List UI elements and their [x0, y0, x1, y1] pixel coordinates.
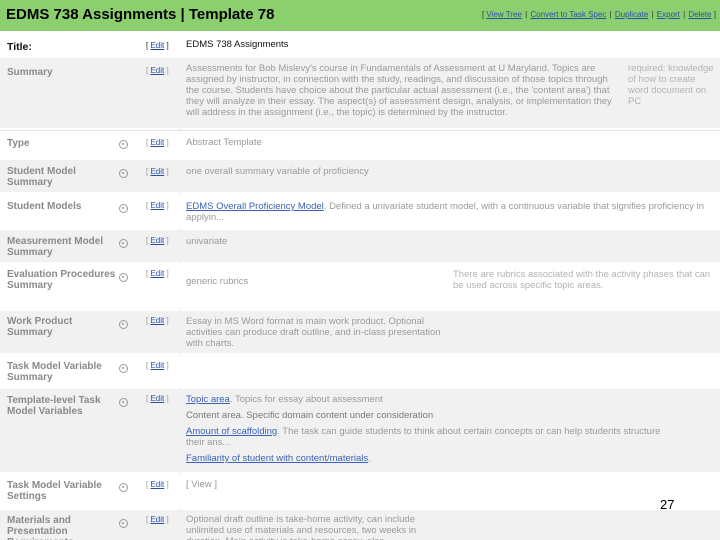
familiarity-link[interactable]: Familiarity of student with content/mate…: [186, 453, 368, 464]
row-label: Student Models: [7, 201, 82, 212]
row-label: Student Model Summary: [7, 166, 76, 188]
view-tree-link[interactable]: View Tree: [486, 10, 521, 19]
view-settings-link[interactable]: [ View ]: [186, 479, 217, 490]
table-row-evaluation-procedures: Evaluation Procedures Summary [ Edit ] g…: [0, 264, 720, 309]
table-row-template-level-task-model-variables: Template-level Task Model Variables [ Ed…: [0, 389, 720, 472]
edit-control: [ Edit ]: [146, 480, 169, 489]
type-value: Abstract Template: [186, 137, 262, 148]
measurement-model-summary-value: univariate: [186, 236, 228, 247]
export-link[interactable]: Export: [657, 10, 680, 19]
title-value: EDMS 738 Assignments: [186, 39, 289, 50]
student-model-summary-value: one overall summary variable of proficie…: [186, 166, 369, 177]
page-title: EDMS 738 Assignments | Template 78: [6, 6, 275, 23]
summary-aside: required: knowledge of how to create wor…: [628, 63, 714, 107]
edit-control: [ Edit ]: [146, 515, 169, 524]
delete-link[interactable]: Delete: [688, 10, 711, 19]
list-item: Topic area. Topics for essay about asses…: [186, 394, 706, 405]
row-label: Task Model Variable Summary: [7, 361, 102, 383]
table-row-student-model-summary: Student Model Summary [ Edit ] one overa…: [0, 160, 720, 192]
row-label: Materials and Presentation Requirements: [7, 515, 74, 540]
duplicate-link[interactable]: Duplicate: [615, 10, 648, 19]
evaluation-procedures-aside: There are rubrics associated with the ac…: [453, 269, 711, 291]
gear-icon[interactable]: [119, 398, 128, 407]
page-header: EDMS 738 Assignments | Template 78 [ Vie…: [0, 0, 720, 31]
edit-link[interactable]: Edit: [150, 66, 164, 75]
edit-control: [ Edit ]: [146, 236, 169, 245]
gear-icon[interactable]: [119, 273, 128, 282]
table-row-type: Type [ Edit ] Abstract Template: [0, 130, 720, 159]
list-item: Familiarity of student with content/mate…: [186, 453, 706, 464]
list-item-text: . Topics for essay about assessment: [229, 394, 383, 405]
edit-link[interactable]: Edit: [150, 316, 164, 325]
row-label: Task Model Variable Settings: [7, 480, 102, 502]
table-row-title: Title: [ Edit ] EDMS 738 Assignments: [0, 33, 720, 57]
evaluation-procedures-value: generic rubrics: [186, 276, 249, 287]
table-row-materials-presentation: Materials and Presentation Requirements …: [0, 510, 720, 540]
row-label: Summary: [7, 67, 53, 78]
table-row-summary: Summary [ Edit ] Assessments for Bob Mis…: [0, 58, 720, 128]
table-row-task-model-variable-summary: Task Model Variable Summary [ Edit ]: [0, 355, 720, 387]
table-row-student-models: Student Models [ Edit ] EDMS Overall Pro…: [0, 194, 720, 228]
summary-value: Assessments for Bob Mislevy's course in …: [186, 63, 612, 118]
gear-icon[interactable]: [119, 239, 128, 248]
table-row-work-product-summary: Work Product Summary [ Edit ] Essay in M…: [0, 311, 720, 353]
task-model-variables-list: Topic area. Topics for essay about asses…: [186, 394, 706, 464]
edit-control: [ Edit ]: [146, 41, 169, 50]
list-item-text: Content area. Specific domain content un…: [186, 410, 434, 421]
table-row-task-model-variable-settings: Task Model Variable Settings [ Edit ] [ …: [0, 474, 720, 508]
list-item: Content area. Specific domain content un…: [186, 410, 706, 421]
list-item-text: .: [368, 453, 371, 464]
gear-icon[interactable]: [119, 320, 128, 329]
edit-control: [ Edit ]: [146, 316, 169, 325]
row-label: Work Product Summary: [7, 316, 73, 338]
edit-control: [ Edit ]: [146, 394, 169, 403]
edit-link[interactable]: Edit: [150, 394, 164, 403]
list-item: Amount of scaffolding. The task can guid…: [186, 426, 666, 448]
edit-link[interactable]: Edit: [150, 201, 164, 210]
topic-area-link[interactable]: Topic area: [186, 394, 230, 405]
row-label: Type: [7, 138, 30, 149]
convert-to-task-spec-link[interactable]: Convert to Task Spec: [530, 10, 606, 19]
row-label: Title:: [7, 41, 32, 53]
edit-link[interactable]: Edit: [150, 236, 164, 245]
edit-link[interactable]: Edit: [150, 167, 164, 176]
edit-link[interactable]: Edit: [150, 269, 164, 278]
student-models-value: EDMS Overall Proficiency Model. Defined …: [186, 201, 706, 223]
gear-icon[interactable]: [119, 483, 128, 492]
edit-link[interactable]: Edit: [150, 361, 164, 370]
edit-control: [ Edit ]: [146, 167, 169, 176]
gear-icon[interactable]: [119, 169, 128, 178]
edit-control: [ Edit ]: [146, 361, 169, 370]
work-product-summary-value: Essay in MS Word format is main work pro…: [186, 316, 441, 349]
edit-link[interactable]: Edit: [150, 138, 164, 147]
row-label: Template-level Task Model Variables: [7, 395, 101, 417]
edit-link[interactable]: Edit: [150, 480, 164, 489]
gear-icon[interactable]: [119, 140, 128, 149]
gear-icon[interactable]: [119, 364, 128, 373]
page-number: 27: [660, 497, 675, 512]
amount-of-scaffolding-link[interactable]: Amount of scaffolding: [186, 426, 277, 437]
materials-presentation-value: Optional draft outline is take-home acti…: [186, 514, 417, 540]
edit-control: [ Edit ]: [146, 201, 169, 210]
edit-link[interactable]: Edit: [150, 515, 164, 524]
edit-control: [ Edit ]: [146, 138, 169, 147]
gear-icon[interactable]: [119, 204, 128, 213]
header-actions: [ View Tree | Convert to Task Spec | Dup…: [481, 10, 716, 19]
edit-control: [ Edit ]: [146, 66, 169, 75]
edit-control: [ Edit ]: [146, 269, 169, 278]
row-label: Measurement Model Summary: [7, 236, 104, 258]
edit-link[interactable]: Edit: [150, 41, 164, 50]
student-model-link[interactable]: EDMS Overall Proficiency Model: [186, 201, 324, 212]
table-row-measurement-model-summary: Measurement Model Summary [ Edit ] univa…: [0, 230, 720, 262]
gear-icon[interactable]: [119, 519, 128, 528]
row-label: Evaluation Procedures Summary: [7, 269, 116, 291]
